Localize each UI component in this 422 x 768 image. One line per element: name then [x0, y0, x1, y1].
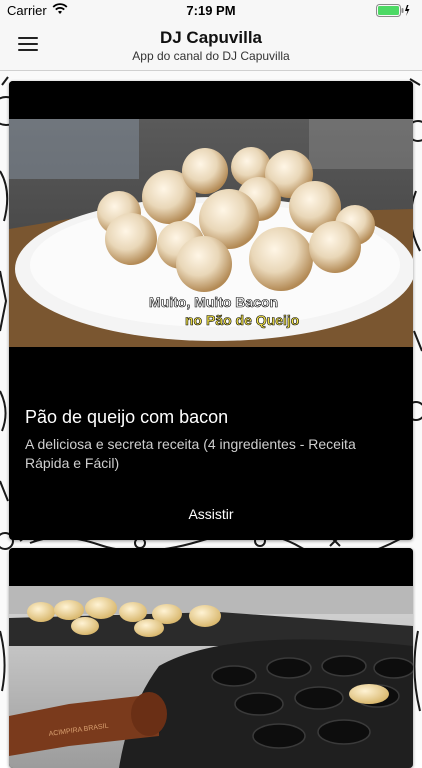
- video-thumbnail[interactable]: ACIMPIRA BRASIL: [9, 586, 413, 768]
- thumbnail-caption-2: no Pão de Queijo: [185, 312, 299, 328]
- card-header-bar: [9, 548, 413, 586]
- status-time: 7:19 PM: [186, 3, 236, 18]
- battery-charging-icon: [376, 4, 410, 20]
- status-bar: Carrier 7:19 PM: [0, 0, 422, 22]
- video-description: A deliciosa e secreta receita (4 ingredi…: [25, 436, 356, 471]
- card-header-bar: [9, 81, 413, 119]
- video-title: Pão de queijo com bacon: [25, 407, 229, 427]
- video-card[interactable]: ACIMPIRA BRASIL: [9, 548, 413, 768]
- navigation-bar: DJ Capuvilla App do canal do DJ Capuvill…: [0, 22, 422, 71]
- video-card[interactable]: Muito, Muito Bacon no Pão de Queijo Pão …: [9, 81, 413, 540]
- watch-button[interactable]: Assistir: [9, 506, 413, 522]
- app-title: DJ Capuvilla: [159, 28, 263, 47]
- thumbnail-caption-1: Muito, Muito Bacon: [149, 294, 278, 310]
- app-subtitle: App do canal do DJ Capuvilla: [132, 49, 290, 63]
- video-thumbnail[interactable]: Muito, Muito Bacon no Pão de Queijo: [9, 119, 413, 347]
